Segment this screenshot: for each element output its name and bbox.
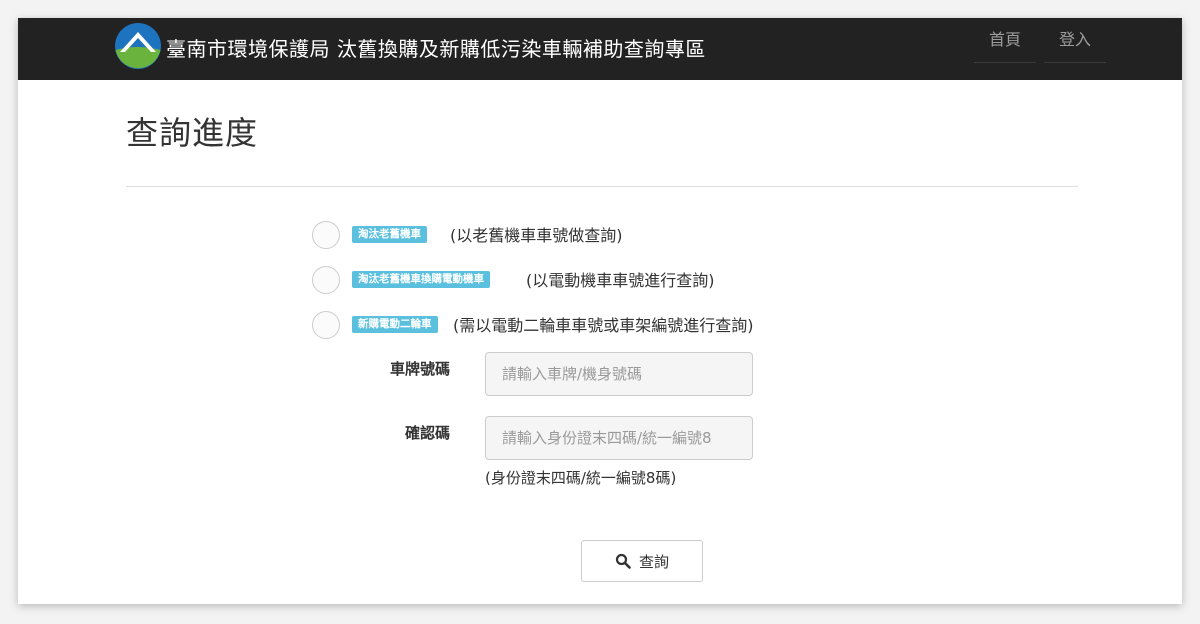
verification-code-input[interactable] xyxy=(485,416,753,460)
query-type-description: (以電動機車車號進行查詢) xyxy=(526,271,715,290)
query-type-badge: 淘汰老舊機車 xyxy=(352,226,427,243)
browser-window: 臺南市環境保護局 汰舊換購及新購低污染車輛補助查詢專區 首頁 登入 查詢進度 淘… xyxy=(18,18,1182,604)
site-title[interactable]: 臺南市環境保護局 汰舊換購及新購低污染車輛補助查詢專區 xyxy=(166,33,706,62)
query-type-badge: 新購電動二輪車 xyxy=(352,316,438,333)
plate-number-input[interactable] xyxy=(485,352,753,396)
verification-code-help: (身份證末四碼/統一編號8碼) xyxy=(485,469,677,487)
query-button-label: 查詢 xyxy=(638,553,669,571)
query-button[interactable]: 查詢 xyxy=(581,540,703,582)
search-icon xyxy=(615,553,631,569)
tainan-epb-logo-icon[interactable] xyxy=(114,22,162,70)
query-type-description: (需以電動二輪車車號或車架編號進行查詢) xyxy=(453,316,754,335)
verification-code-label: 確認碼 xyxy=(404,424,450,442)
nav-login-link[interactable]: 登入 xyxy=(1044,18,1106,63)
query-type-badge: 淘汰老舊機車換購電動機車 xyxy=(352,271,490,288)
radio-button[interactable] xyxy=(312,311,340,339)
top-navbar: 臺南市環境保護局 汰舊換購及新購低污染車輛補助查詢專區 首頁 登入 xyxy=(18,18,1182,80)
nav-home-link[interactable]: 首頁 xyxy=(974,18,1036,63)
query-type-description: (以老舊機車車號做查詢) xyxy=(450,226,623,245)
radio-button[interactable] xyxy=(312,221,340,249)
title-divider xyxy=(126,186,1078,187)
page-title: 查詢進度 xyxy=(126,114,259,152)
radio-button[interactable] xyxy=(312,266,340,294)
plate-number-label: 車牌號碼 xyxy=(389,360,450,378)
